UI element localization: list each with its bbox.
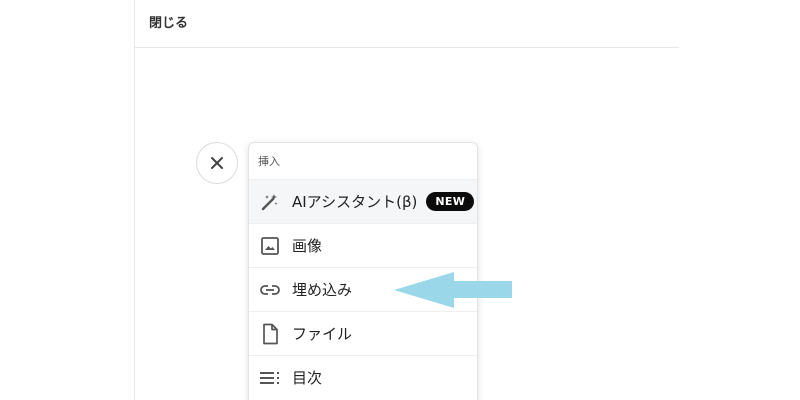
magic-wand-icon — [259, 191, 281, 213]
file-icon — [259, 323, 281, 345]
new-badge: NEW — [426, 192, 475, 211]
menu-item-label: ファイル — [292, 325, 353, 343]
menu-item-ai-assistant[interactable]: AIアシスタント(β) NEW — [249, 179, 477, 223]
menu-item-file[interactable]: ファイル — [249, 311, 477, 355]
close-icon — [211, 157, 223, 169]
link-icon — [259, 279, 281, 301]
menu-item-toc[interactable]: 目次 — [249, 355, 477, 399]
image-icon — [259, 235, 281, 257]
menu-item-label: 画像 — [292, 237, 323, 255]
insert-menu-heading: 挿入 — [258, 155, 280, 168]
insert-menu: 挿入 AIアシスタント(β) NEW 画像 埋め込み ファイル 目次 — [248, 142, 478, 400]
menu-item-label: AIアシスタント(β) — [292, 193, 418, 211]
menu-item-label: 埋め込み — [292, 281, 353, 299]
close-link[interactable]: 閉じる — [149, 12, 188, 31]
pointer-arrow — [394, 272, 512, 308]
menu-item-label: 目次 — [292, 369, 323, 387]
panel-header: 閉じる — [135, 0, 679, 48]
close-menu-button[interactable] — [196, 142, 238, 184]
menu-item-image[interactable]: 画像 — [249, 223, 477, 267]
table-of-contents-icon — [259, 367, 281, 389]
page: 閉じる 挿入 AIアシスタント(β) NEW 画像 埋め込み ファイル 目次 — [0, 0, 800, 400]
